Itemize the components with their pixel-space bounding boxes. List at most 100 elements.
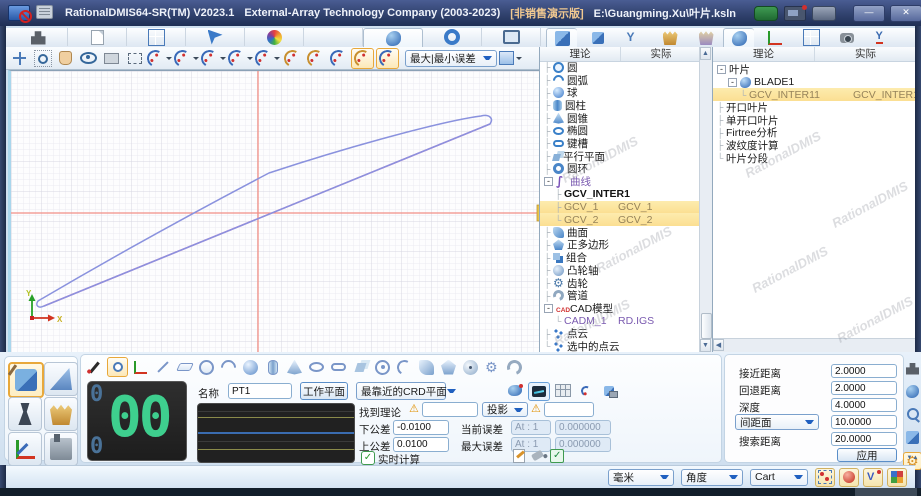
plane-icon[interactable] <box>175 358 194 376</box>
projection-input[interactable] <box>544 402 594 417</box>
curve-fit-icon[interactable] <box>282 47 303 69</box>
curve-compare-icon[interactable] <box>253 47 280 69</box>
polygon-icon[interactable] <box>439 358 458 376</box>
ribbon-tab[interactable] <box>245 28 304 46</box>
crd-plane-select[interactable]: 最靠近的CRD平面 <box>356 382 456 400</box>
tree-item[interactable]: - 叶片 <box>713 63 915 76</box>
probe-compensation-icon[interactable] <box>85 358 104 376</box>
measure-toggle[interactable] <box>505 382 525 399</box>
curve-deviation-icon[interactable] <box>305 47 326 69</box>
machine-icon[interactable] <box>904 360 921 376</box>
depth-input[interactable]: 4.0000 <box>831 398 897 412</box>
tree-item[interactable]: ├ 圆环 <box>540 163 701 175</box>
search-distance-input[interactable]: 20.0000 <box>831 432 897 446</box>
workplane-button[interactable]: 工作平面 <box>300 382 348 400</box>
probe-status-icon[interactable] <box>839 467 859 487</box>
cube-tool-icon[interactable] <box>904 429 921 445</box>
tree-item[interactable]: ├ 椭圆 <box>540 124 701 137</box>
panel-tab[interactable] <box>760 29 790 47</box>
curve-icon[interactable] <box>395 357 414 377</box>
ribbon-tab[interactable] <box>304 28 363 46</box>
curve-scan-icon[interactable] <box>172 47 199 69</box>
panel-tab[interactable] <box>619 29 649 47</box>
cone-icon[interactable] <box>285 358 304 376</box>
find-theory-input[interactable] <box>422 402 478 417</box>
capture-icon[interactable] <box>101 49 122 68</box>
panel-tab[interactable] <box>868 29 898 47</box>
blade-tool-icon[interactable] <box>904 383 921 399</box>
curve-section-icon[interactable] <box>328 47 349 69</box>
tree-item[interactable]: └ 叶片分段 <box>713 152 915 165</box>
curve-measure-icon[interactable] <box>199 47 226 69</box>
coordinate-mode-button[interactable] <box>8 432 42 466</box>
zoom-window-icon[interactable] <box>32 49 53 68</box>
tree-item[interactable]: └ 选中的点云 <box>540 340 701 352</box>
graphics-viewport[interactable]: Y X <box>8 70 543 353</box>
blade-panel-hscrollbar[interactable]: ◀ <box>713 338 915 352</box>
graph-toggle[interactable] <box>528 382 550 401</box>
tree-item[interactable]: ├ 凸轮轴 <box>540 264 701 277</box>
tree-item[interactable]: ├ 平行平面 <box>540 150 701 163</box>
realtime-checkbox[interactable]: ✓ <box>361 451 375 465</box>
name-input[interactable]: PT1 <box>228 383 292 399</box>
route-toggle[interactable] <box>576 382 596 399</box>
apply-button[interactable]: 应用 <box>837 448 897 462</box>
point-icon[interactable] <box>107 357 128 377</box>
panel-tab[interactable] <box>691 29 721 47</box>
eye-view-icon[interactable] <box>78 49 99 68</box>
measure-mode-button[interactable] <box>44 362 78 396</box>
upper-tol-input[interactable]: 0.0100 <box>393 437 449 452</box>
tree-item[interactable]: - CAD模型 <box>540 302 701 315</box>
panel-tab[interactable] <box>546 28 577 47</box>
panel-tab[interactable] <box>832 29 862 47</box>
tree-expander[interactable]: - <box>544 177 553 187</box>
slot-icon[interactable] <box>329 358 348 376</box>
arc-icon[interactable] <box>217 356 240 378</box>
circle-icon[interactable] <box>197 358 216 376</box>
error-mode-select[interactable]: 最大|最小误差 <box>405 49 497 67</box>
tree-item[interactable]: ├ 组合 <box>540 251 701 264</box>
tree-item[interactable]: ├ 正多边形 <box>540 239 701 251</box>
projection-select[interactable]: 投影 <box>482 402 528 417</box>
angle-select[interactable]: 角度 <box>681 468 743 486</box>
scrollbar-thumb[interactable] <box>701 313 712 339</box>
parallel-planes-icon[interactable] <box>351 358 370 376</box>
theory-column-header[interactable]: 理论 <box>540 47 620 61</box>
preview-toggle[interactable] <box>599 382 619 399</box>
curve-create-icon[interactable] <box>145 47 172 69</box>
tree-expander[interactable]: - <box>544 303 553 313</box>
multi-view-icon[interactable] <box>887 467 907 487</box>
tree-item[interactable]: ├ 点云 <box>540 327 701 340</box>
report-icon[interactable] <box>499 49 522 68</box>
calculator-toggle[interactable] <box>553 382 573 399</box>
remote-control-icon[interactable] <box>754 5 779 21</box>
ribbon-tab[interactable] <box>482 28 541 46</box>
cylinder-icon[interactable] <box>263 358 282 376</box>
tree-item[interactable]: ├ 圆 <box>540 61 701 74</box>
ribbon-tab[interactable] <box>363 28 423 47</box>
panel-tab[interactable] <box>796 29 826 47</box>
surface-icon[interactable] <box>417 358 436 376</box>
close-button[interactable]: ✕ <box>890 4 921 22</box>
tree-item[interactable]: ├ GCV_INTER1 <box>540 188 701 201</box>
monitor-capture-icon[interactable] <box>784 4 808 21</box>
theory-column-header[interactable]: 理论 <box>713 47 814 61</box>
vector-display-icon[interactable] <box>863 467 883 487</box>
lower-tol-input[interactable]: -0.0100 <box>393 420 449 435</box>
curve-apply-icon[interactable] <box>351 47 374 69</box>
ribbon-tab[interactable] <box>68 28 127 46</box>
tree-item[interactable]: - 曲线 <box>540 175 701 188</box>
hand-pan-icon[interactable] <box>55 49 76 68</box>
actual-column-header[interactable]: 实际 <box>814 47 915 61</box>
panel-tab[interactable] <box>723 28 754 47</box>
tree-item[interactable]: ├ 齿轮 <box>540 277 701 290</box>
confirm-result-icon[interactable] <box>550 449 564 463</box>
cam-icon[interactable] <box>461 358 480 376</box>
ribbon-tab[interactable] <box>127 28 186 46</box>
minimize-button[interactable]: — <box>853 4 886 22</box>
elements-scrollbar[interactable]: ▲ ▼ <box>699 47 712 352</box>
line-icon[interactable] <box>153 358 172 376</box>
machine-mode-button[interactable] <box>44 432 78 466</box>
side-tools-scroll[interactable]: ▼▲ <box>904 455 921 461</box>
spacing-select[interactable]: 间距面 <box>735 414 819 430</box>
